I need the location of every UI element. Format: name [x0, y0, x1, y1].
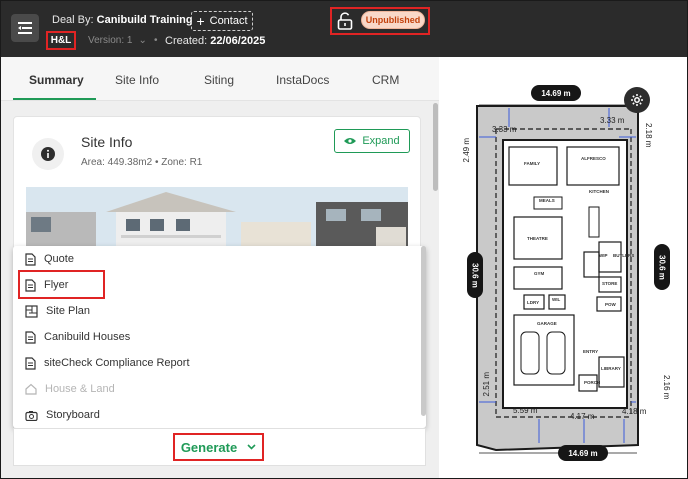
room-label-ldry: LDRY — [527, 300, 539, 305]
deal-by-name: Canibuild Training — [96, 14, 193, 26]
room-label-library: LIBRARY — [601, 366, 621, 371]
site-plan-icon — [25, 304, 38, 318]
tab-crm[interactable]: CRM — [372, 73, 399, 87]
unlock-icon[interactable] — [337, 12, 353, 35]
generate-label: Generate — [180, 439, 238, 455]
setback-top-right: 3.33 m — [600, 116, 625, 125]
version-select[interactable]: Version: 1 ⌄ — [88, 35, 147, 46]
menu-scrollbar[interactable] — [421, 246, 426, 416]
eye-icon — [344, 138, 357, 144]
room-label-store: STORE — [602, 281, 617, 286]
info-icon — [32, 138, 64, 170]
document-icon — [25, 356, 36, 370]
room-label-kitchen: KITCHEN — [589, 189, 609, 194]
gear-icon[interactable] — [624, 87, 650, 113]
room-label-wip: WIP — [599, 253, 608, 258]
expand-label: Expand — [362, 135, 400, 147]
deal-by-text: Deal By: Canibuild Training — [52, 14, 193, 26]
camera-icon — [25, 410, 38, 421]
room-label-pow: POW — [605, 302, 617, 307]
room-label-meals: MEALS — [539, 198, 555, 203]
room-label-butlers: BUTLERS — [613, 253, 634, 258]
site-info-details: Area: 449.38m2 • Zone: R1 — [81, 157, 203, 168]
active-tab-indicator — [13, 98, 96, 100]
tab-siting[interactable]: Siting — [204, 73, 234, 87]
menu-item-storyboard[interactable]: Storyboard — [25, 405, 100, 425]
menu-item-canibuild-houses[interactable]: Canibuild Houses — [25, 327, 130, 347]
chevron-down-icon: ⌄ — [138, 35, 147, 46]
menu-item-label: Storyboard — [46, 409, 100, 421]
tab-bar: Summary Site Info Siting InstaDocs CRM — [1, 57, 439, 101]
contact-button-label: Contact — [209, 15, 248, 27]
room-label-porch: PORCH — [584, 380, 600, 385]
document-icon — [25, 330, 36, 344]
created-date: Created: 22/06/2025 — [165, 35, 265, 47]
document-icon — [25, 252, 36, 266]
house-icon — [25, 383, 37, 395]
tab-instadocs[interactable]: InstaDocs — [276, 73, 329, 87]
menu-item-label: siteCheck Compliance Report — [44, 357, 190, 369]
dimension-top-width: 14.69 m — [531, 85, 581, 101]
menu-item-sitecheck-report[interactable]: siteCheck Compliance Report — [25, 353, 190, 373]
created-value: 22/06/2025 — [210, 35, 266, 47]
room-label-gym: GYM — [534, 271, 545, 276]
menu-item-label: House & Land — [45, 383, 115, 395]
setback-top-left: 3.33 m — [492, 125, 517, 134]
dimension-left-depth: 30.6 m — [467, 252, 483, 298]
site-zone: Zone: R1 — [161, 157, 203, 168]
menu-item-site-plan[interactable]: Site Plan — [25, 301, 90, 321]
sidebar-toggle-button[interactable] — [11, 14, 39, 42]
rear-left: 5.59 m — [513, 406, 538, 415]
map-header-bar — [439, 1, 687, 57]
rear-mid: 4.17 m — [570, 412, 595, 421]
room-label-wil: WIL — [552, 297, 560, 302]
room-label-entry: ENTRY — [583, 349, 598, 354]
menu-icon — [18, 22, 32, 34]
generate-button[interactable]: Generate — [173, 433, 264, 461]
side-top-left: 2.49 m — [462, 138, 471, 163]
menu-item-label: Site Plan — [46, 305, 91, 317]
site-area: Area: 449.38m2 — [81, 157, 153, 168]
room-label-garage: GARAGE — [537, 321, 557, 326]
menu-item-label: Quote — [44, 253, 74, 265]
deal-by-prefix: Deal By: — [52, 14, 94, 26]
menu-item-house-land: House & Land — [25, 379, 115, 399]
panel-scrollbar[interactable] — [433, 103, 438, 191]
hl-badge[interactable]: H&L — [46, 31, 76, 50]
tab-site-info[interactable]: Site Info — [115, 73, 159, 87]
version-label: Version: 1 — [88, 35, 133, 46]
room-label-family: FAMILY — [524, 161, 540, 166]
room-label-alfresco: ALFRESCO — [581, 156, 606, 161]
side-bottom-right: 2.16 m — [662, 375, 671, 400]
status-badge[interactable]: Unpublished — [361, 11, 425, 29]
add-contact-button[interactable]: + Contact — [191, 11, 253, 31]
flyer-highlight — [18, 270, 105, 299]
chevron-down-icon — [247, 444, 256, 450]
separator-dot: • — [154, 35, 158, 46]
plus-icon: + — [196, 13, 205, 29]
side-top-right: 2.18 m — [644, 123, 653, 148]
created-prefix: Created: — [165, 35, 208, 47]
menu-item-label: Canibuild Houses — [44, 331, 131, 343]
menu-item-quote[interactable]: Quote — [25, 249, 74, 269]
dimension-right-depth: 30.6 m — [654, 244, 670, 290]
room-label-theatre: THEATRE — [527, 236, 548, 241]
site-info-title: Site Info — [81, 134, 133, 150]
side-bottom-left: 2.51 m — [482, 372, 491, 397]
expand-button[interactable]: Expand — [334, 129, 410, 153]
rear-right: 4.18 m — [622, 407, 647, 416]
dimension-bottom-width: 14.69 m — [558, 445, 608, 461]
tab-summary[interactable]: Summary — [29, 73, 84, 87]
house-photo — [26, 187, 408, 247]
